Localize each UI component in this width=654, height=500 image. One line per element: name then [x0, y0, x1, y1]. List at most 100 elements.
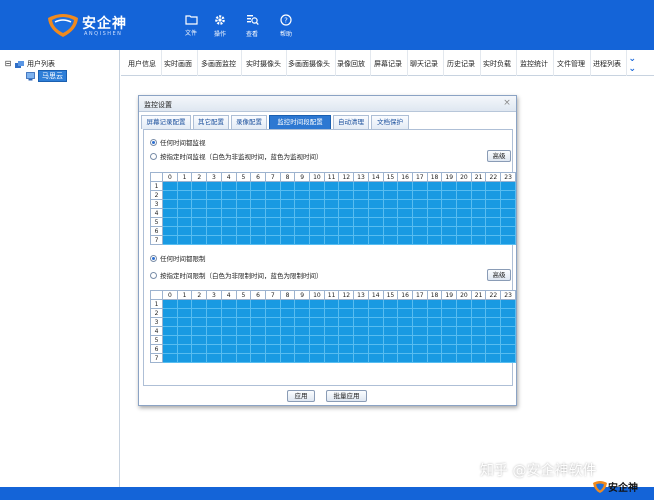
tree-collapse-toggle[interactable]: ⊟: [4, 59, 12, 68]
schedule-cell[interactable]: [206, 235, 222, 245]
schedule-cell[interactable]: [220, 199, 237, 209]
schedule-cell[interactable]: [426, 226, 443, 236]
schedule-cell[interactable]: [264, 353, 281, 363]
schedule-cell[interactable]: [426, 299, 443, 309]
schedule-cell[interactable]: [176, 226, 193, 236]
schedule-cell[interactable]: [500, 344, 516, 354]
schedule-cell[interactable]: [323, 208, 340, 218]
schedule-cell[interactable]: [367, 326, 384, 336]
schedule-cell[interactable]: [309, 226, 325, 236]
schedule-cell[interactable]: [250, 199, 266, 209]
schedule-cell[interactable]: [441, 226, 458, 236]
schedule-cell[interactable]: [235, 181, 252, 191]
schedule-cell[interactable]: [367, 208, 384, 218]
schedule-cell[interactable]: [426, 353, 443, 363]
schedule-cell[interactable]: [426, 344, 443, 354]
schedule-cell[interactable]: [485, 190, 502, 200]
schedule-cell[interactable]: [279, 308, 296, 318]
schedule-cell[interactable]: [397, 199, 413, 209]
schedule-cell[interactable]: [191, 308, 208, 318]
schedule-cell[interactable]: [500, 317, 516, 327]
schedule-cell[interactable]: [353, 335, 369, 345]
schedule-cell[interactable]: [426, 335, 443, 345]
schedule-cell[interactable]: [162, 308, 178, 318]
schedule-cell[interactable]: [367, 353, 384, 363]
monitor-schedule-grid[interactable]: 0 1 2 3 4 5 6 7 8 9 10 11 12 13 14 15 16 17 18 19 20 21 22 23 1 2…: [150, 172, 516, 245]
schedule-cell[interactable]: [235, 235, 252, 245]
schedule-cell[interactable]: [250, 335, 266, 345]
schedule-cell[interactable]: [441, 217, 458, 227]
schedule-cell[interactable]: [338, 199, 355, 209]
schedule-cell[interactable]: [294, 308, 311, 318]
schedule-cell[interactable]: [426, 326, 443, 336]
schedule-cell[interactable]: [235, 335, 252, 345]
schedule-cell[interactable]: [323, 344, 340, 354]
schedule-cell[interactable]: [191, 353, 208, 363]
schedule-cell[interactable]: [411, 317, 428, 327]
schedule-cell[interactable]: [338, 299, 355, 309]
schedule-cell[interactable]: [162, 299, 178, 309]
schedule-cell[interactable]: [176, 353, 193, 363]
schedule-cell[interactable]: [162, 226, 178, 236]
schedule-cell[interactable]: [338, 317, 355, 327]
schedule-cell[interactable]: [397, 208, 413, 218]
schedule-cell[interactable]: [250, 317, 266, 327]
schedule-cell[interactable]: [338, 181, 355, 191]
schedule-cell[interactable]: [309, 326, 325, 336]
schedule-cell[interactable]: [441, 353, 458, 363]
schedule-cell[interactable]: [162, 353, 178, 363]
schedule-cell[interactable]: [294, 199, 311, 209]
schedule-cell[interactable]: [441, 335, 458, 345]
schedule-cell[interactable]: [382, 344, 399, 354]
schedule-cell[interactable]: [323, 199, 340, 209]
schedule-cell[interactable]: [309, 181, 325, 191]
schedule-cell[interactable]: [338, 335, 355, 345]
schedule-cell[interactable]: [279, 235, 296, 245]
schedule-cell[interactable]: [206, 208, 222, 218]
schedule-cell[interactable]: [323, 181, 340, 191]
schedule-cell[interactable]: [470, 235, 487, 245]
schedule-cell[interactable]: [235, 299, 252, 309]
schedule-cell[interactable]: [250, 217, 266, 227]
tab-recording-config[interactable]: 录像配置: [231, 115, 267, 129]
schedule-cell[interactable]: [220, 326, 237, 336]
schedule-cell[interactable]: [441, 235, 458, 245]
schedule-cell[interactable]: [470, 335, 487, 345]
schedule-cell[interactable]: [162, 326, 178, 336]
operation-menu-button[interactable]: 操作: [207, 14, 233, 44]
tab-screen-record[interactable]: 屏幕记录: [369, 50, 408, 76]
schedule-cell[interactable]: [191, 181, 208, 191]
view-menu-button[interactable]: 查看: [239, 14, 265, 44]
schedule-cell[interactable]: [397, 181, 413, 191]
close-icon[interactable]: ×: [502, 99, 512, 109]
schedule-cell[interactable]: [456, 308, 472, 318]
schedule-cell[interactable]: [191, 199, 208, 209]
schedule-cell[interactable]: [353, 353, 369, 363]
schedule-cell[interactable]: [397, 299, 413, 309]
schedule-cell[interactable]: [250, 226, 266, 236]
schedule-cell[interactable]: [279, 181, 296, 191]
schedule-cell[interactable]: [294, 326, 311, 336]
schedule-cell[interactable]: [264, 190, 281, 200]
schedule-cell[interactable]: [456, 199, 472, 209]
tab-other-config[interactable]: 其它配置: [193, 115, 229, 129]
radio-always-restrict-circle[interactable]: [150, 254, 157, 262]
schedule-cell[interactable]: [323, 317, 340, 327]
schedule-cell[interactable]: [411, 308, 428, 318]
schedule-cell[interactable]: [191, 317, 208, 327]
schedule-cell[interactable]: [353, 181, 369, 191]
schedule-cell[interactable]: [309, 335, 325, 345]
schedule-cell[interactable]: [353, 317, 369, 327]
schedule-cell[interactable]: [206, 308, 222, 318]
schedule-cell[interactable]: [309, 190, 325, 200]
schedule-cell[interactable]: [176, 326, 193, 336]
schedule-cell[interactable]: [309, 235, 325, 245]
schedule-cell[interactable]: [162, 335, 178, 345]
schedule-cell[interactable]: [264, 317, 281, 327]
schedule-cell[interactable]: [206, 353, 222, 363]
schedule-cell[interactable]: [309, 208, 325, 218]
schedule-cell[interactable]: [441, 326, 458, 336]
schedule-cell[interactable]: [264, 344, 281, 354]
schedule-cell[interactable]: [353, 208, 369, 218]
schedule-cell[interactable]: [206, 344, 222, 354]
